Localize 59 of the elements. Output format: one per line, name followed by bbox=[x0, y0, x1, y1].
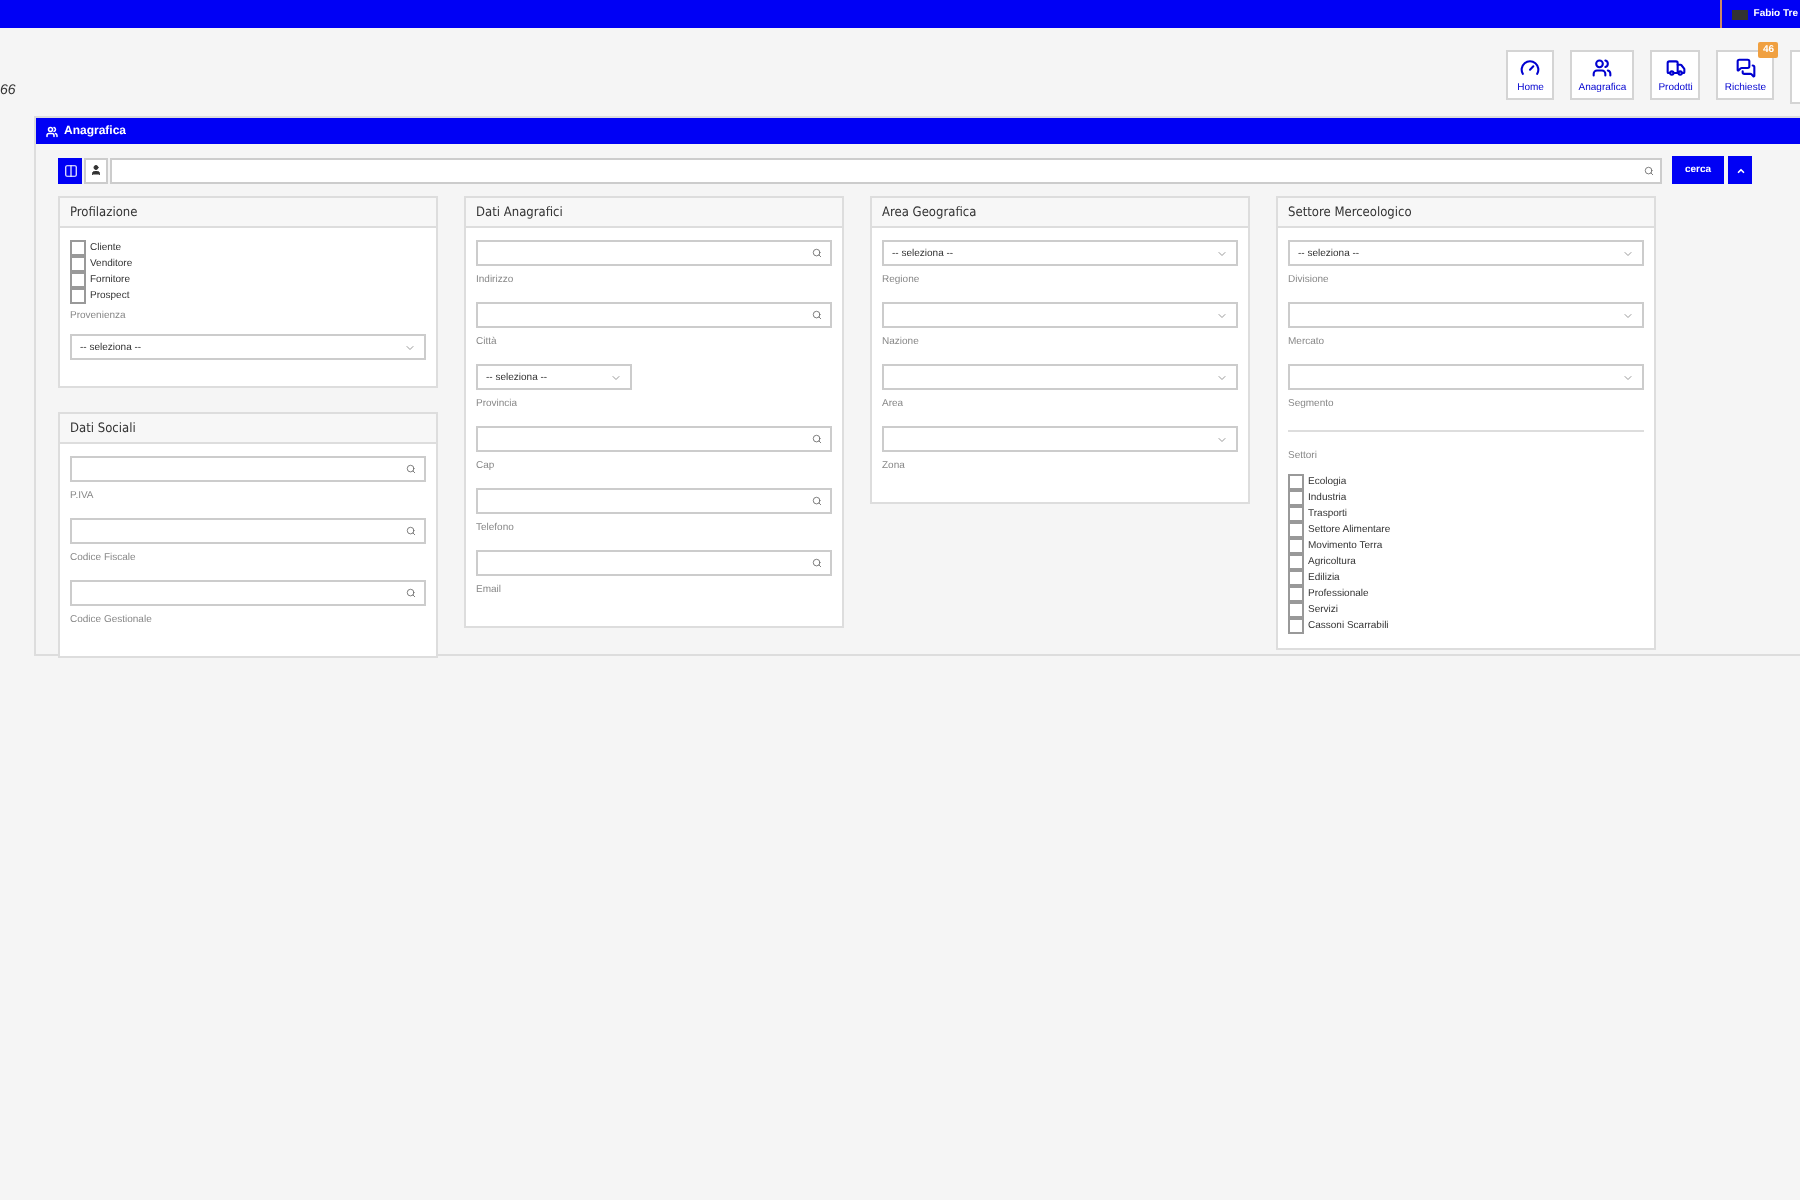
columns-icon bbox=[63, 163, 77, 177]
search-icon bbox=[812, 558, 822, 568]
search-icon bbox=[812, 248, 822, 258]
users-icon bbox=[1592, 57, 1613, 77]
checkbox[interactable] bbox=[1288, 538, 1304, 554]
select-field[interactable] bbox=[882, 364, 1238, 390]
avatar-icon bbox=[1731, 9, 1748, 19]
chevron-icon bbox=[1216, 247, 1228, 259]
chevron-icon bbox=[610, 371, 622, 383]
checkbox[interactable] bbox=[70, 288, 86, 304]
search-field[interactable] bbox=[476, 240, 832, 266]
nav-button[interactable] bbox=[1790, 50, 1800, 104]
person-icon bbox=[90, 164, 102, 176]
chevron-icon bbox=[1622, 309, 1634, 321]
chevron-icon bbox=[1216, 371, 1228, 383]
search-icon bbox=[812, 434, 822, 444]
search-icon bbox=[1644, 165, 1654, 175]
select-field[interactable] bbox=[1288, 364, 1644, 390]
truck-icon bbox=[1665, 57, 1686, 77]
search-field[interactable] bbox=[476, 488, 832, 514]
search-icon bbox=[406, 526, 416, 536]
checkbox[interactable] bbox=[1288, 618, 1304, 634]
checkbox[interactable] bbox=[1288, 506, 1304, 522]
chevron-icon bbox=[1216, 433, 1228, 445]
checkbox[interactable] bbox=[70, 256, 86, 272]
search-field[interactable] bbox=[70, 580, 426, 606]
caret-icon bbox=[1735, 165, 1745, 175]
select-field[interactable] bbox=[882, 302, 1238, 328]
chevron-icon bbox=[1622, 247, 1634, 259]
search-icon bbox=[812, 310, 822, 320]
chat-icon bbox=[1735, 57, 1756, 77]
search-field[interactable] bbox=[476, 426, 832, 452]
chevron-icon bbox=[1622, 371, 1634, 383]
select-field[interactable] bbox=[882, 426, 1238, 452]
search-icon bbox=[812, 496, 822, 506]
search-field[interactable] bbox=[70, 518, 426, 544]
search-field[interactable] bbox=[70, 456, 426, 482]
chevron-icon bbox=[1216, 309, 1228, 321]
checkbox[interactable] bbox=[1288, 586, 1304, 602]
checkbox[interactable] bbox=[1288, 474, 1304, 490]
checkbox[interactable] bbox=[1288, 602, 1304, 618]
checkbox[interactable] bbox=[1288, 522, 1304, 538]
person-button[interactable] bbox=[84, 157, 108, 183]
chevron-icon bbox=[404, 341, 416, 353]
caret-button[interactable] bbox=[1728, 156, 1752, 184]
gauge-icon bbox=[1520, 57, 1541, 77]
search-icon bbox=[406, 464, 416, 474]
users-icon bbox=[46, 125, 58, 137]
checkbox[interactable] bbox=[70, 240, 86, 256]
search-icon bbox=[406, 588, 416, 598]
checkbox[interactable] bbox=[70, 272, 86, 288]
search-field[interactable] bbox=[110, 157, 1662, 183]
columns-button[interactable] bbox=[58, 157, 82, 183]
checkbox[interactable] bbox=[1288, 490, 1304, 506]
select-field[interactable] bbox=[1288, 302, 1644, 328]
search-field[interactable] bbox=[476, 550, 832, 576]
checkbox[interactable] bbox=[1288, 554, 1304, 570]
checkbox[interactable] bbox=[1288, 570, 1304, 586]
search-field[interactable] bbox=[476, 302, 832, 328]
